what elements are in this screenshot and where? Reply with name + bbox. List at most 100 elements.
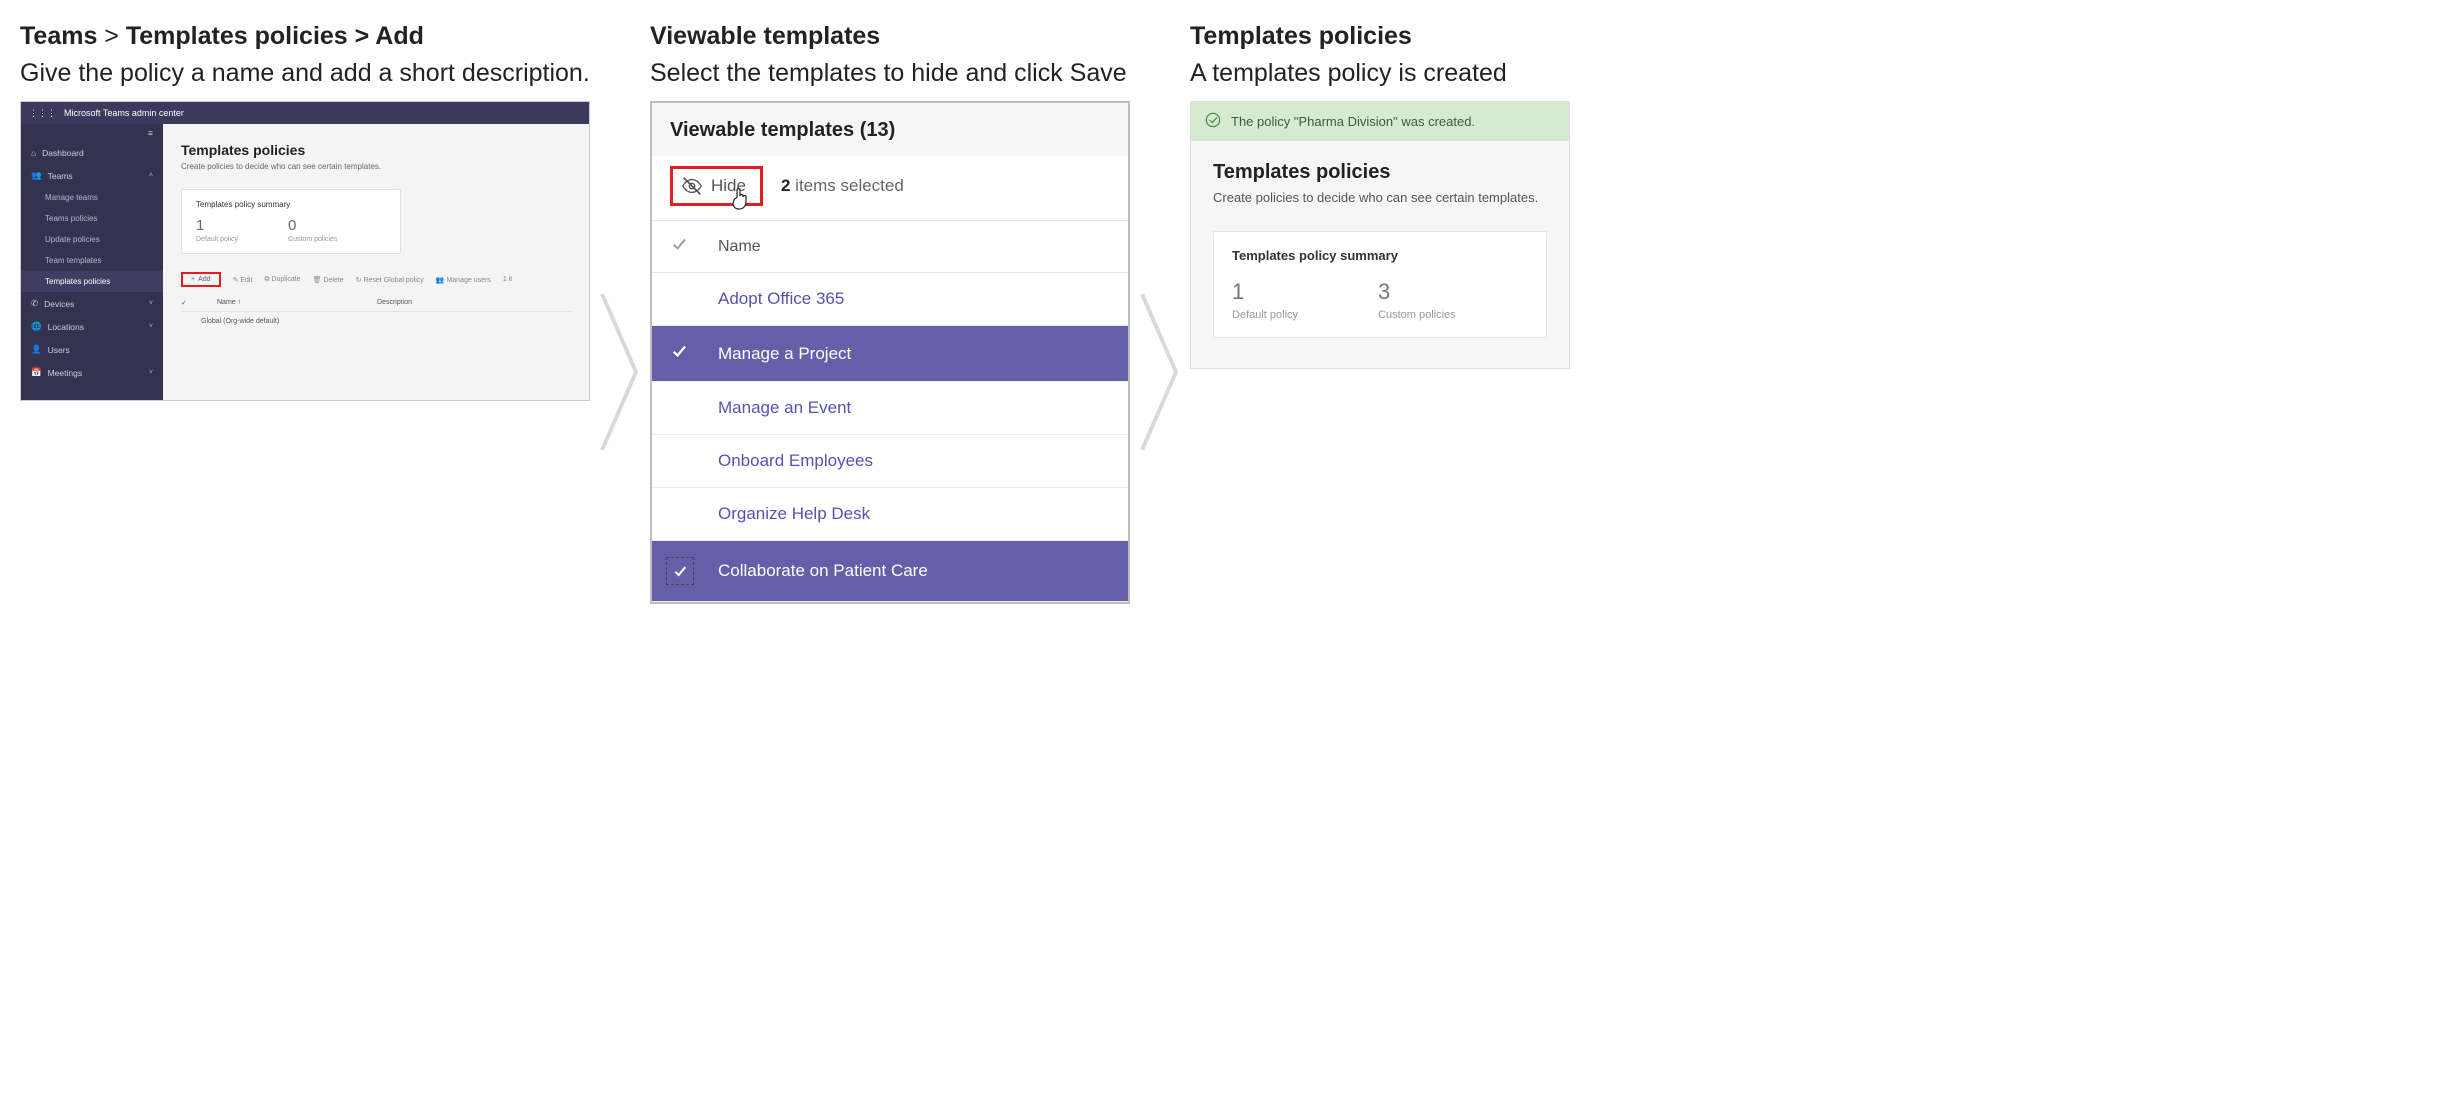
page-desc: Create policies to decide who can see ce… [181,162,571,171]
card-title: Templates policy summary [196,200,386,209]
sidebar-item-label: Templates policies [45,277,110,286]
column-header-row: Name [652,221,1128,273]
step1-title: Teams > Templates policies > Add [20,20,590,53]
template-row[interactable]: Adopt Office 365 [652,273,1128,326]
chevron-down-icon: ˅ [149,369,153,376]
sidebar-item-label: Meetings [48,368,83,378]
sidebar-item-label: Locations [48,322,84,332]
template-name: Manage an Event [718,398,851,418]
sidebar-item-label: Teams policies [45,214,97,223]
check-circle-icon [1205,112,1221,131]
reset-button[interactable]: ↻ Reset Global policy [356,276,424,284]
sidebar-item-update-policies[interactable]: Update policies [21,229,163,250]
sidebar-item-meetings[interactable]: 📅 Meetings ˅ [21,361,163,384]
stat-default-label: Default policy [196,236,238,243]
template-row[interactable]: Organize Help Desk [652,488,1128,541]
template-name: Adopt Office 365 [718,289,844,309]
step1-subtitle: Give the policy a name and add a short d… [20,57,590,90]
step2-subtitle: Select the templates to hide and click S… [650,57,1130,90]
stat-default-count: 1 [1232,279,1298,305]
result-panel: The policy "Pharma Division" was created… [1190,101,1570,369]
panel-heading: Viewable templates (13) [652,103,1128,156]
delete-button[interactable]: 🗑 Delete [313,276,344,284]
panel-toolbar: Hide 2 items selected [652,156,1128,221]
eye-off-icon [681,175,703,197]
sidebar-item-label: Devices [44,299,74,309]
checkmark-focus-icon [670,557,718,585]
stat-custom-count: 3 [1378,279,1456,305]
hide-button[interactable]: Hide [670,166,763,206]
topbar: ⋮⋮⋮ Microsoft Teams admin center [21,102,589,124]
trash-icon: 🗑 [313,277,324,284]
admin-center-panel: ⋮⋮⋮ Microsoft Teams admin center ≡ ⌂ Das… [20,101,590,401]
stat-default-label: Default policy [1232,309,1298,321]
chevron-down-icon: ˅ [149,300,153,307]
viewable-templates-panel: Viewable templates (13) Hide 2 items sel… [650,101,1130,604]
template-name: Onboard Employees [718,451,873,471]
checkmark-header-icon[interactable] [670,235,718,258]
hand-cursor-icon [730,187,750,216]
arrow-icon [600,292,640,452]
sidebar-item-dashboard[interactable]: ⌂ Dashboard [21,142,163,164]
arrow-icon [1140,292,1180,452]
chevron-down-icon: ˅ [149,323,153,330]
sidebar-item-team-templates[interactable]: Team templates [21,250,163,271]
sidebar-item-label: Manage teams [45,193,98,202]
user-icon: 👤 [31,344,42,355]
chevron-up-icon: ˄ [149,172,153,179]
waffle-icon[interactable]: ⋮⋮⋮ [29,108,56,119]
table-row[interactable]: Global (Org-wide default) [181,312,571,331]
stat-custom-count: 0 [288,217,337,234]
sidebar-item-label: Teams [48,171,73,181]
calendar-icon: 📅 [31,367,42,378]
step3-title: Templates policies [1190,20,1570,53]
globe-icon: 🌐 [31,321,42,332]
page-title: Templates policies [1213,161,1547,184]
stat-default-count: 1 [196,217,238,234]
selection-count: 2 items selected [781,176,904,196]
template-row[interactable]: Manage an Event [652,382,1128,435]
page-desc: Create policies to decide who can see ce… [1213,190,1547,205]
template-name: Collaborate on Patient Care [718,561,928,581]
row-name: Global (Org-wide default) [201,318,279,325]
success-toast: The policy "Pharma Division" was created… [1191,102,1569,141]
checkmark-icon [670,342,718,365]
sidebar-item-manage-teams[interactable]: Manage teams [21,187,163,208]
template-row-selected[interactable]: Collaborate on Patient Care [652,541,1128,602]
hamburger-icon[interactable]: ≡ [21,124,163,142]
summary-card: Templates policy summary 1 Default polic… [1213,231,1547,338]
duplicate-button[interactable]: ⧉ Duplicate [264,276,300,284]
sidebar-item-users[interactable]: 👤 Users [21,338,163,361]
home-icon: ⌂ [31,148,36,158]
stat-custom-label: Custom policies [288,236,337,243]
people-icon: 👥 [31,170,42,181]
column-name[interactable]: Name [718,238,761,256]
add-label: Add [198,276,210,283]
sidebar-item-locations[interactable]: 🌐 Locations ˅ [21,315,163,338]
column-name[interactable]: Name ↑ [217,299,357,307]
sidebar-item-label: Team templates [45,256,101,265]
manage-users-button[interactable]: 👥 Manage users [436,276,491,284]
sidebar-item-label: Dashboard [42,148,84,158]
cursor-icon: ↖ [151,437,160,450]
stat-custom-label: Custom policies [1378,309,1456,321]
add-button[interactable]: + Add [181,272,221,287]
template-name: Manage a Project [718,344,851,364]
template-row[interactable]: Onboard Employees [652,435,1128,488]
edit-button[interactable]: ✎ Edit [233,276,253,284]
sidebar-item-teams-policies[interactable]: Teams policies [21,208,163,229]
template-row-selected[interactable]: Manage a Project [652,326,1128,382]
sidebar-item-label: Update policies [45,235,100,244]
column-description[interactable]: Description [377,299,412,307]
summary-card: Templates policy summary 1 Default polic… [181,189,401,254]
policies-table: ✓ Name ↑ Description Global (Org-wide de… [181,295,571,331]
sidebar-item-templates-policies[interactable]: Templates policies ↖ [21,271,163,292]
plus-icon: + [191,276,195,283]
template-name: Organize Help Desk [718,504,870,524]
sidebar-item-devices[interactable]: ✆ Devices ˅ [21,292,163,315]
page-title: Templates policies [181,142,571,158]
sidebar-item-teams[interactable]: 👥 Teams ˄ [21,164,163,187]
sidebar-item-label: Users [48,345,70,355]
checkbox-header[interactable]: ✓ [181,299,197,307]
topbar-title: Microsoft Teams admin center [64,108,184,118]
